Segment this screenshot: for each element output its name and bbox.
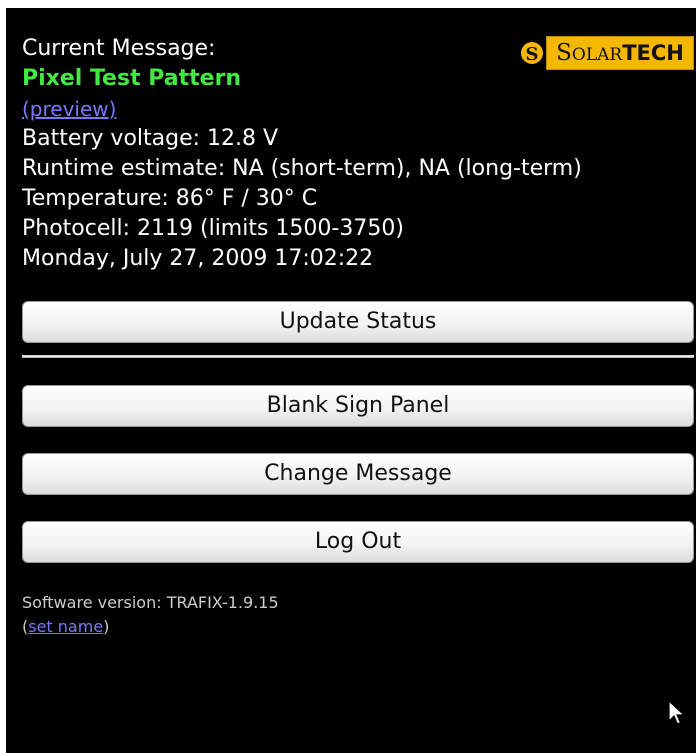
divider <box>22 355 694 358</box>
status-panel: Current Message: Pixel Test Pattern (pre… <box>22 34 682 274</box>
close-paren: ) <box>103 617 110 636</box>
window-left-border <box>0 0 6 753</box>
blank-sign-panel-button[interactable]: Blank Sign Panel <box>22 385 694 427</box>
footer: Software version: TRAFIX-1.9.15 (set nam… <box>22 591 279 639</box>
current-message-label: Current Message: <box>22 36 216 61</box>
window-top-border <box>0 0 696 8</box>
photocell: Photocell: 2119 (limits 1500-3750) <box>22 216 404 241</box>
datetime: Monday, July 27, 2009 17:02:22 <box>22 246 374 271</box>
update-status-button[interactable]: Update Status <box>22 301 694 343</box>
mouse-pointer-icon <box>668 700 686 725</box>
set-name-link[interactable]: set name <box>28 617 103 636</box>
current-message-value: Pixel Test Pattern <box>22 64 682 94</box>
software-version: Software version: TRAFIX-1.9.15 <box>22 593 279 612</box>
preview-link[interactable]: (preview) <box>22 97 116 121</box>
preview-line: (preview) <box>22 94 682 124</box>
set-name-line: (set name) <box>22 615 279 639</box>
message-name: Pixel Test Pattern <box>22 66 242 91</box>
log-out-button[interactable]: Log Out <box>22 521 694 563</box>
temperature: Temperature: 86° F / 30° C <box>22 186 318 211</box>
runtime-estimate: Runtime estimate: NA (short-term), NA (l… <box>22 156 582 181</box>
change-message-button[interactable]: Change Message <box>22 453 694 495</box>
battery-voltage: Battery voltage: 12.8 V <box>22 126 279 151</box>
